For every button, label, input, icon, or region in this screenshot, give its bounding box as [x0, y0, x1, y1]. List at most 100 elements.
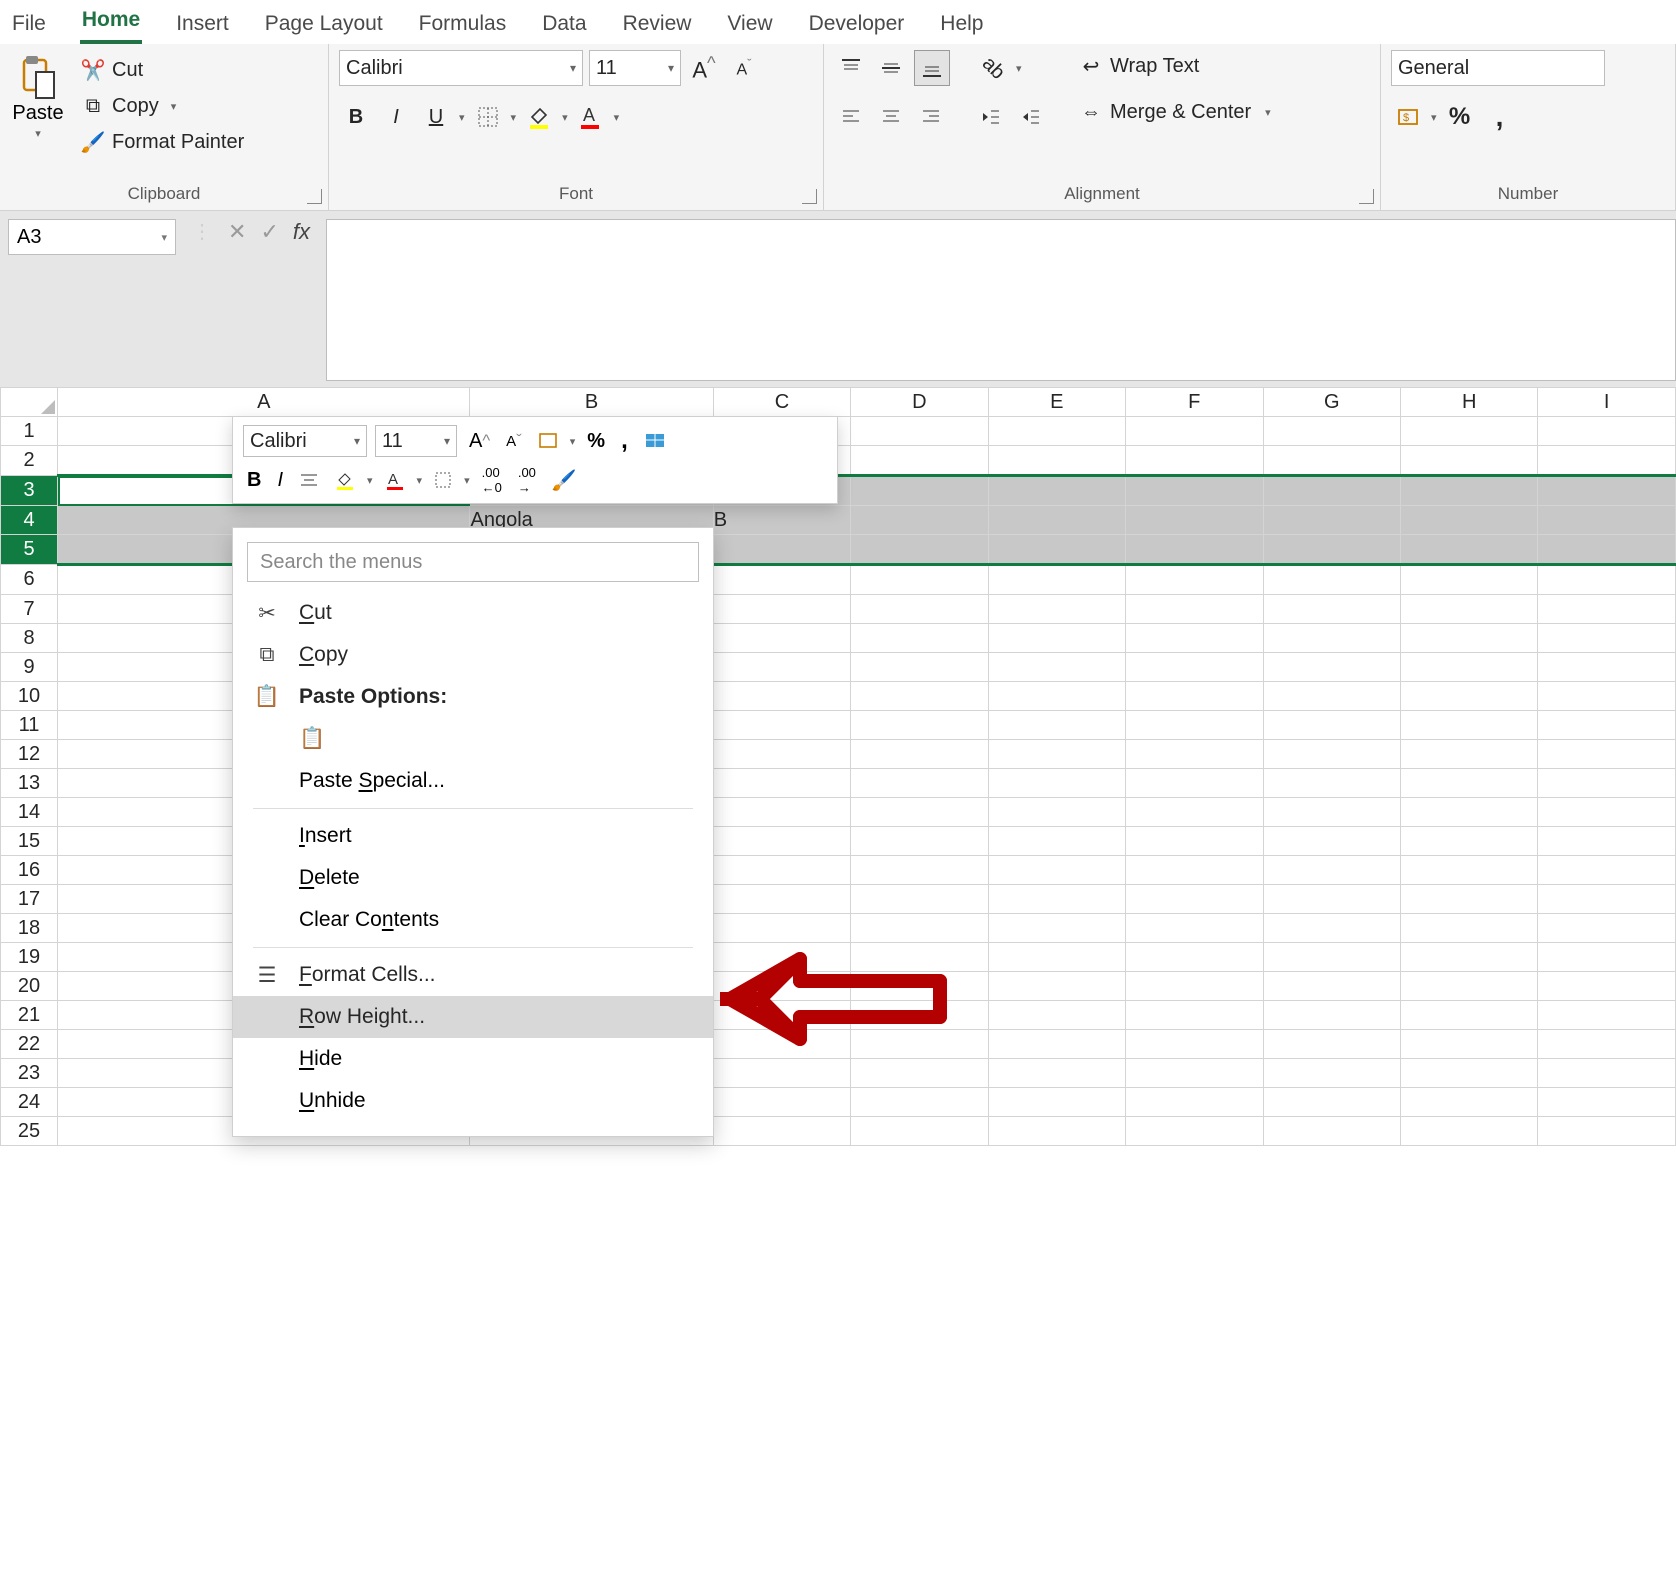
cell-D13[interactable] [851, 769, 988, 798]
cell-E20[interactable] [988, 972, 1125, 1001]
mini-center[interactable] [295, 465, 323, 495]
cell-I5[interactable] [1538, 535, 1676, 565]
cell-G21[interactable] [1263, 1001, 1400, 1030]
row-header-25[interactable]: 25 [1, 1117, 58, 1146]
cell-E9[interactable] [988, 653, 1125, 682]
cell-E3[interactable] [988, 476, 1125, 506]
cell-F13[interactable] [1126, 769, 1263, 798]
accounting-format-button[interactable]: $ [1391, 100, 1425, 134]
cell-I22[interactable] [1538, 1030, 1676, 1059]
cell-C12[interactable] [713, 740, 850, 769]
cell-G12[interactable] [1263, 740, 1400, 769]
ribbon-tab-developer[interactable]: Developer [807, 6, 907, 44]
cell-H7[interactable] [1400, 595, 1537, 624]
cell-E12[interactable] [988, 740, 1125, 769]
mini-italic[interactable]: I [273, 465, 287, 495]
cell-F23[interactable] [1126, 1059, 1263, 1088]
ribbon-tab-insert[interactable]: Insert [174, 6, 231, 44]
font-name-combo[interactable]: Calibri▾ [339, 50, 583, 86]
menu-cut[interactable]: ✂Cut [233, 592, 713, 634]
row-header-13[interactable]: 13 [1, 769, 58, 798]
cell-H21[interactable] [1400, 1001, 1537, 1030]
cell-I24[interactable] [1538, 1088, 1676, 1117]
menu-hide[interactable]: Hide [233, 1038, 713, 1080]
orientation-button[interactable]: ab [976, 51, 1010, 85]
cell-F16[interactable] [1126, 856, 1263, 885]
ribbon-tab-view[interactable]: View [725, 6, 774, 44]
cell-E10[interactable] [988, 682, 1125, 711]
cell-C23[interactable] [713, 1059, 850, 1088]
cell-H16[interactable] [1400, 856, 1537, 885]
ribbon-tab-review[interactable]: Review [621, 6, 694, 44]
percent-button[interactable]: % [1443, 100, 1477, 134]
cell-G20[interactable] [1263, 972, 1400, 1001]
cell-D16[interactable] [851, 856, 988, 885]
col-header-G[interactable]: G [1263, 388, 1400, 417]
cell-H10[interactable] [1400, 682, 1537, 711]
cell-H24[interactable] [1400, 1088, 1537, 1117]
mini-percent[interactable]: % [583, 426, 609, 456]
row-header-6[interactable]: 6 [1, 565, 58, 595]
cell-D17[interactable] [851, 885, 988, 914]
cell-F6[interactable] [1126, 565, 1263, 595]
cell-E15[interactable] [988, 827, 1125, 856]
align-bottom-button[interactable] [914, 50, 950, 86]
cell-G10[interactable] [1263, 682, 1400, 711]
cell-H8[interactable] [1400, 624, 1537, 653]
mini-comma[interactable]: , [617, 426, 632, 456]
wrap-text-button[interactable]: ↩Wrap Text [1074, 50, 1275, 82]
cell-H1[interactable] [1400, 417, 1537, 446]
cell-I13[interactable] [1538, 769, 1676, 798]
cell-I23[interactable] [1538, 1059, 1676, 1088]
cell-H22[interactable] [1400, 1030, 1537, 1059]
row-header-20[interactable]: 20 [1, 972, 58, 1001]
cell-C13[interactable] [713, 769, 850, 798]
cell-D14[interactable] [851, 798, 988, 827]
cell-D7[interactable] [851, 595, 988, 624]
row-header-5[interactable]: 5 [1, 535, 58, 565]
cell-D6[interactable] [851, 565, 988, 595]
cell-C16[interactable] [713, 856, 850, 885]
cell-G9[interactable] [1263, 653, 1400, 682]
row-header-16[interactable]: 16 [1, 856, 58, 885]
font-color-button[interactable]: A [574, 100, 608, 134]
cell-F18[interactable] [1126, 914, 1263, 943]
cell-I18[interactable] [1538, 914, 1676, 943]
cell-I11[interactable] [1538, 711, 1676, 740]
cell-E7[interactable] [988, 595, 1125, 624]
ribbon-tab-file[interactable]: File [10, 6, 48, 44]
ribbon-tab-formulas[interactable]: Formulas [417, 6, 509, 44]
cell-F14[interactable] [1126, 798, 1263, 827]
cell-C5[interactable] [713, 535, 850, 565]
cell-I14[interactable] [1538, 798, 1676, 827]
align-middle-button[interactable] [874, 51, 908, 85]
increase-indent-button[interactable] [1014, 100, 1048, 134]
cell-E22[interactable] [988, 1030, 1125, 1059]
cell-G4[interactable] [1263, 506, 1400, 535]
menu-search-input[interactable]: Search the menus [247, 542, 699, 582]
cell-I8[interactable] [1538, 624, 1676, 653]
mini-size-combo[interactable]: 11▾ [375, 425, 457, 457]
align-center-button[interactable] [874, 100, 908, 134]
row-header-18[interactable]: 18 [1, 914, 58, 943]
cell-G13[interactable] [1263, 769, 1400, 798]
mini-font-combo[interactable]: Calibri▾ [243, 425, 367, 457]
cell-E2[interactable] [988, 446, 1125, 476]
cell-C25[interactable] [713, 1117, 850, 1146]
cell-C15[interactable] [713, 827, 850, 856]
italic-button[interactable]: I [379, 100, 413, 134]
cell-E21[interactable] [988, 1001, 1125, 1030]
row-header-19[interactable]: 19 [1, 943, 58, 972]
merge-center-button[interactable]: ⇔Merge & Center▾ [1074, 96, 1275, 128]
cell-H14[interactable] [1400, 798, 1537, 827]
cell-F25[interactable] [1126, 1117, 1263, 1146]
row-header-9[interactable]: 9 [1, 653, 58, 682]
mini-shrink-font[interactable]: Aˇ [502, 426, 526, 456]
cell-F24[interactable] [1126, 1088, 1263, 1117]
copy-button[interactable]: ⧉ Copy ▾ [76, 90, 248, 122]
cell-H4[interactable] [1400, 506, 1537, 535]
cell-C14[interactable] [713, 798, 850, 827]
menu-delete[interactable]: Delete [233, 857, 713, 899]
cell-G17[interactable] [1263, 885, 1400, 914]
cell-I15[interactable] [1538, 827, 1676, 856]
